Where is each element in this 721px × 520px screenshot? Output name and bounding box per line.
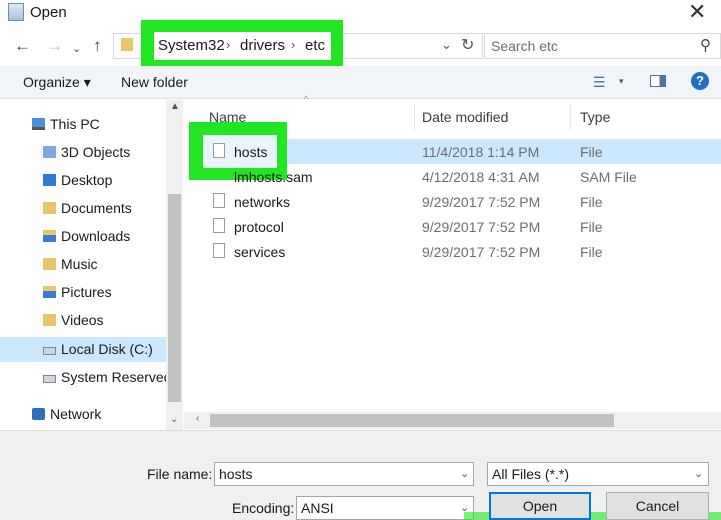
file-icon xyxy=(213,193,225,208)
videos-icon xyxy=(43,314,56,326)
crumb-system32[interactable]: System32 xyxy=(158,37,225,54)
music-icon xyxy=(43,258,56,270)
pc-icon xyxy=(32,118,45,130)
file-date: 9/29/2017 7:52 PM xyxy=(422,219,541,235)
chevron-down-icon[interactable]: ⌄ xyxy=(694,467,703,480)
back-arrow-icon[interactable]: ← xyxy=(14,36,31,56)
title-bar xyxy=(0,0,721,28)
nav-scroll-thumb[interactable] xyxy=(168,194,181,402)
file-name[interactable]: lmhosts.sam xyxy=(234,169,313,185)
sidebar-item-pictures[interactable]: Pictures xyxy=(43,280,112,304)
file-type: File xyxy=(580,194,603,210)
scroll-left-icon[interactable]: ‹ xyxy=(196,413,199,424)
column-divider[interactable] xyxy=(414,104,415,130)
refresh-icon[interactable]: ↻ xyxy=(461,35,474,55)
folder-icon xyxy=(121,38,133,51)
sidebar-item-network[interactable]: Network xyxy=(32,402,101,426)
file-name[interactable]: networks xyxy=(234,194,290,210)
chevron-right-icon[interactable]: › xyxy=(291,37,295,52)
preview-pane-icon[interactable] xyxy=(650,75,666,87)
network-icon xyxy=(32,408,45,420)
file-date: 4/12/2018 4:31 AM xyxy=(422,169,540,185)
up-arrow-icon[interactable]: ↑ xyxy=(93,36,102,56)
3d-objects-icon xyxy=(43,146,56,158)
file-icon xyxy=(213,143,225,158)
file-type: File xyxy=(580,244,603,260)
chevron-down-icon[interactable]: ⌄ xyxy=(441,37,452,53)
view-details-icon[interactable]: ☰ xyxy=(593,74,606,91)
close-icon[interactable]: ✕ xyxy=(688,0,706,25)
encoding-label: Encoding: xyxy=(232,500,295,516)
drive-icon xyxy=(43,375,56,383)
crumb-etc[interactable]: etc xyxy=(305,37,325,54)
file-date: 9/29/2017 7:52 PM xyxy=(422,194,541,210)
search-placeholder: Search etc xyxy=(491,38,558,54)
drive-icon xyxy=(43,347,56,355)
encoding-select[interactable]: ANSI xyxy=(296,496,474,520)
column-header-date[interactable]: Date modified xyxy=(422,109,508,125)
file-name[interactable]: hosts xyxy=(234,144,267,160)
desktop-icon xyxy=(43,174,56,186)
downloads-icon xyxy=(43,230,56,242)
sidebar-item-music[interactable]: Music xyxy=(43,252,98,276)
crumb-drivers[interactable]: drivers xyxy=(240,37,285,54)
help-icon[interactable]: ? xyxy=(691,72,709,90)
filename-input[interactable]: hosts xyxy=(214,462,474,486)
sidebar-item-downloads[interactable]: Downloads xyxy=(43,224,130,248)
file-type: File xyxy=(580,219,603,235)
organize-button[interactable]: Organize ▾ xyxy=(23,74,91,91)
column-header-type[interactable]: Type xyxy=(580,109,610,125)
file-type: SAM File xyxy=(580,169,637,185)
sidebar-item-local-disk[interactable]: Local Disk (C:) xyxy=(43,337,153,361)
file-name[interactable]: services xyxy=(234,244,285,260)
file-name[interactable]: protocol xyxy=(234,219,284,235)
pictures-icon xyxy=(43,286,56,298)
open-button[interactable]: Open xyxy=(489,492,591,520)
filename-label: File name: xyxy=(147,466,213,482)
horizontal-scroll-thumb[interactable] xyxy=(210,414,614,427)
file-date: 9/29/2017 7:52 PM xyxy=(422,244,541,260)
sidebar-item-3d-objects[interactable]: 3D Objects xyxy=(43,140,130,164)
chevron-down-icon[interactable]: ⌄ xyxy=(460,467,469,480)
scroll-up-icon[interactable]: ▲ xyxy=(170,101,180,112)
cancel-button[interactable]: Cancel xyxy=(606,492,709,520)
file-date: 11/4/2018 1:14 PM xyxy=(422,144,540,160)
chevron-right-icon[interactable]: › xyxy=(226,37,230,52)
sidebar-item-desktop[interactable]: Desktop xyxy=(43,168,112,192)
forward-arrow-icon[interactable]: → xyxy=(46,36,63,56)
sidebar-item-videos[interactable]: Videos xyxy=(43,308,104,332)
file-type: File xyxy=(580,144,603,160)
file-icon xyxy=(213,243,225,258)
sidebar-item-system-reserved[interactable]: System Reserved xyxy=(43,365,171,389)
view-dropdown-icon[interactable]: ▾ xyxy=(619,76,624,87)
file-icon xyxy=(213,218,225,233)
recent-locations-icon[interactable]: ⌄ xyxy=(72,42,81,55)
file-type-select[interactable]: All Files (*.*) xyxy=(487,462,709,486)
sidebar-item-documents[interactable]: Documents xyxy=(43,196,132,220)
window-title: Open xyxy=(30,4,67,21)
search-icon[interactable]: ⚲ xyxy=(700,36,711,54)
notepad-icon xyxy=(8,3,24,21)
documents-icon xyxy=(43,202,56,214)
command-bar xyxy=(0,66,721,99)
sort-ascending-icon: ^ xyxy=(304,94,309,104)
column-divider[interactable] xyxy=(570,104,571,130)
sidebar-item-this-pc[interactable]: This PC xyxy=(32,112,100,136)
scroll-down-icon[interactable]: ⌄ xyxy=(170,414,178,425)
new-folder-button[interactable]: New folder xyxy=(121,74,188,90)
